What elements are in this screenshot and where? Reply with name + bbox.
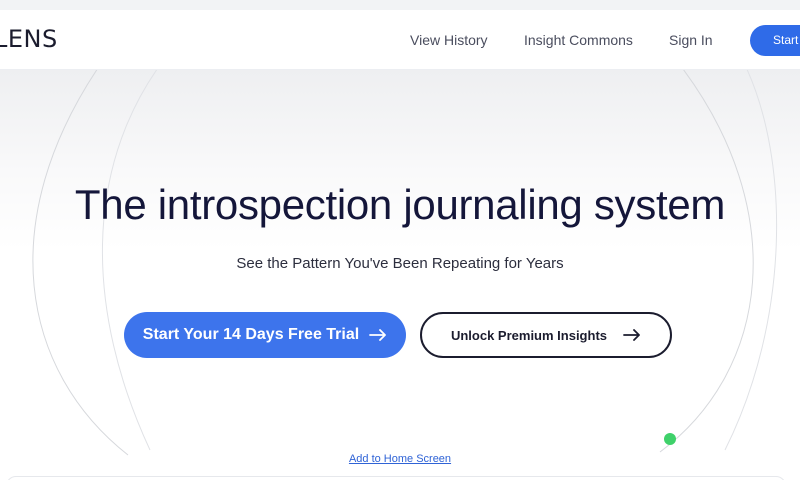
start-free-trial-button[interactable]: Start Your 14 Days Free Trial xyxy=(124,312,406,358)
nav-start-button[interactable]: Start xyxy=(750,25,800,56)
start-free-trial-label: Start Your 14 Days Free Trial xyxy=(142,326,360,343)
nav-link-insight-commons[interactable]: Insight Commons xyxy=(524,32,633,48)
nav-link-sign-in[interactable]: Sign In xyxy=(669,32,713,48)
hero-subheadline: See the Pattern You've Been Repeating fo… xyxy=(236,255,564,272)
top-strip xyxy=(0,0,800,10)
unlock-premium-insights-button[interactable]: Unlock Premium Insights xyxy=(420,312,672,358)
nav-start-label: Start xyxy=(773,33,799,47)
arrow-right-icon xyxy=(623,328,641,342)
decorative-arcs xyxy=(32,70,778,456)
logo[interactable]: LENS xyxy=(0,25,58,53)
bottom-card xyxy=(6,476,786,480)
unlock-premium-insights-label: Unlock Premium Insights xyxy=(450,327,608,343)
hero-headline: The introspection journaling system xyxy=(74,181,726,228)
navbar: LENS View History Insight Commons Sign I… xyxy=(0,10,800,70)
hero-section: The introspection journaling system See … xyxy=(0,70,800,480)
nav-link-view-history[interactable]: View History xyxy=(410,32,488,48)
add-to-home-screen-link[interactable]: Add to Home Screen xyxy=(0,453,800,465)
arrow-right-icon xyxy=(369,328,387,342)
status-dot xyxy=(664,433,676,445)
